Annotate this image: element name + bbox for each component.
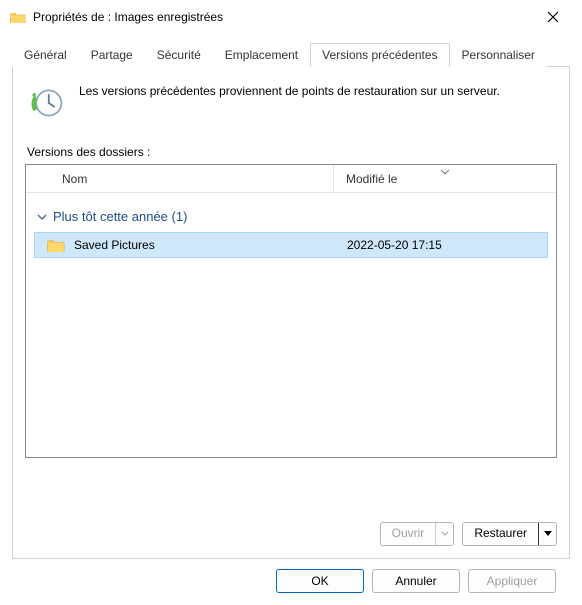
restore-clock-icon bbox=[29, 85, 65, 121]
description-text: Les versions précédentes proviennent de … bbox=[79, 83, 500, 121]
group-label: Plus tôt cette année (1) bbox=[53, 209, 187, 224]
tab-emplacement[interactable]: Emplacement bbox=[213, 43, 310, 67]
chevron-down-icon bbox=[36, 211, 48, 223]
tab-partage[interactable]: Partage bbox=[79, 43, 145, 67]
open-button-label: Ouvrir bbox=[381, 523, 436, 545]
item-name: Saved Pictures bbox=[74, 238, 347, 252]
item-modified: 2022-05-20 17:15 bbox=[347, 238, 442, 252]
close-button[interactable] bbox=[532, 3, 574, 31]
folder-icon bbox=[47, 238, 65, 253]
window-title: Propriétés de : Images enregistrées bbox=[33, 10, 532, 24]
apply-button[interactable]: Appliquer bbox=[468, 569, 556, 593]
column-header-modified[interactable]: Modifié le bbox=[334, 165, 556, 192]
tab-versions[interactable]: Versions précédentes bbox=[310, 43, 449, 67]
tab-personnaliser[interactable]: Personnaliser bbox=[450, 43, 547, 67]
restore-button-label: Restaurer bbox=[463, 523, 538, 545]
column-header-name[interactable]: Nom bbox=[26, 165, 334, 192]
versions-label: Versions des dossiers : bbox=[27, 145, 557, 159]
dialog-button-row: OK Annuler Appliquer bbox=[12, 559, 570, 593]
ok-button[interactable]: OK bbox=[276, 569, 364, 593]
column-header-modified-label: Modifié le bbox=[346, 172, 397, 186]
tab-securite[interactable]: Sécurité bbox=[145, 43, 213, 67]
group-header[interactable]: Plus tôt cette année (1) bbox=[34, 199, 548, 232]
versions-listbox: Nom Modifié le Plus tôt cette année (1) bbox=[25, 164, 557, 458]
tab-general[interactable]: Général bbox=[12, 43, 79, 67]
tab-panel-versions: Les versions précédentes proviennent de … bbox=[12, 67, 570, 559]
cancel-button[interactable]: Annuler bbox=[372, 569, 460, 593]
sort-caret-icon bbox=[440, 164, 450, 178]
title-bar: Propriétés de : Images enregistrées bbox=[0, 0, 582, 34]
folder-icon bbox=[10, 11, 26, 24]
restore-button[interactable]: Restaurer bbox=[462, 522, 557, 546]
version-item[interactable]: Saved Pictures 2022-05-20 17:15 bbox=[34, 232, 548, 258]
open-dropdown[interactable] bbox=[435, 523, 453, 545]
restore-dropdown[interactable] bbox=[538, 523, 556, 545]
tab-strip: Général Partage Sécurité Emplacement Ver… bbox=[12, 42, 570, 67]
open-button[interactable]: Ouvrir bbox=[380, 522, 455, 546]
list-header: Nom Modifié le bbox=[26, 165, 556, 193]
